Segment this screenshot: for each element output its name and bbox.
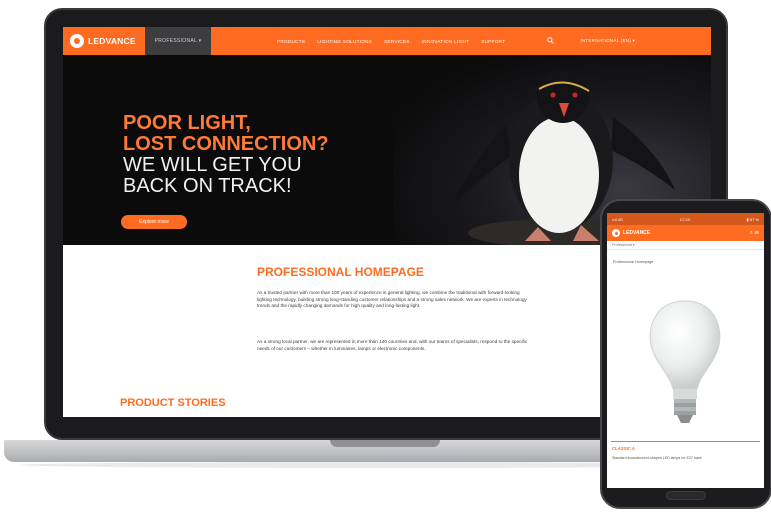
- headline-line-4: BACK ON TRACK!: [123, 175, 292, 197]
- headline-line-1: POOR LIGHT,: [123, 112, 251, 134]
- top-navigation-bar: LEDVANCE PROFESSIONAL ▾ PRODUCTS LIGHTIN…: [63, 27, 711, 55]
- divider: [611, 441, 760, 442]
- nav-link-innovation[interactable]: INNOVATION LIGHT: [422, 39, 470, 44]
- phone-status-bar: ••ll 4G 17:23 ▮ 87 %: [607, 213, 764, 225]
- nav-link-lighting-solutions[interactable]: LIGHTING SOLUTIONS: [317, 39, 372, 44]
- phone-brand-name[interactable]: LEDVANCE: [623, 230, 749, 236]
- laptop-notch: [330, 440, 440, 447]
- light-bulb-image: [649, 300, 721, 423]
- battery-indicator: ▮ 87 %: [746, 216, 759, 222]
- main-nav-links: PRODUCTS LIGHTING SOLUTIONS SERVICES INN…: [277, 39, 517, 44]
- headline-line-2: LOST CONNECTION?: [123, 133, 329, 155]
- nav-link-support[interactable]: SUPPORT: [481, 39, 505, 44]
- product-description: Standard incandescent-shaped LED lamps f…: [612, 456, 702, 460]
- intro-paragraph: As a trusted partner with more than 100 …: [257, 290, 527, 308]
- section-title: PROFESSIONAL HOMEPAGE: [257, 265, 424, 279]
- phone-screen: ••ll 4G 17:23 ▮ 87 % LEDVANCE ⌕ ☰ Profes…: [607, 213, 764, 488]
- partner-paragraph: As a strong local partner, we are repres…: [257, 339, 528, 351]
- phone-breadcrumb[interactable]: Professional Homepage: [607, 250, 764, 264]
- status-time: 17:23: [679, 216, 690, 222]
- product-stories-title: PRODUCT STORIES: [120, 397, 226, 409]
- brand-name: LEDVANCE: [88, 36, 136, 46]
- hero-headline: POOR LIGHT, LOST CONNECTION? WE WILL GET…: [123, 113, 329, 197]
- search-icon[interactable]: [547, 36, 555, 46]
- brand-logo[interactable]: LEDVANCE: [63, 27, 145, 55]
- nav-link-products[interactable]: PRODUCTS: [277, 39, 305, 44]
- phone-menu-icons[interactable]: ⌕ ☰: [749, 230, 759, 237]
- nav-link-services[interactable]: SERVICES: [384, 39, 410, 44]
- logo-icon: [612, 229, 620, 237]
- professional-dropdown[interactable]: PROFESSIONAL ▾: [145, 27, 211, 55]
- headline-line-3: WE WILL GET YOU: [123, 154, 302, 176]
- phone-professional-dropdown[interactable]: Professional ▾: [607, 241, 764, 250]
- logo-icon: [70, 34, 84, 48]
- phone-nav-bar: LEDVANCE ⌕ ☰: [607, 225, 764, 241]
- explore-more-button[interactable]: Explore more: [121, 215, 187, 229]
- signal-indicator: ••ll 4G: [612, 216, 624, 222]
- product-name[interactable]: CLASSIC A: [612, 446, 635, 451]
- phone-home-button[interactable]: [666, 491, 706, 500]
- language-selector[interactable]: INTERNATIONAL (EN) ▾: [580, 38, 635, 44]
